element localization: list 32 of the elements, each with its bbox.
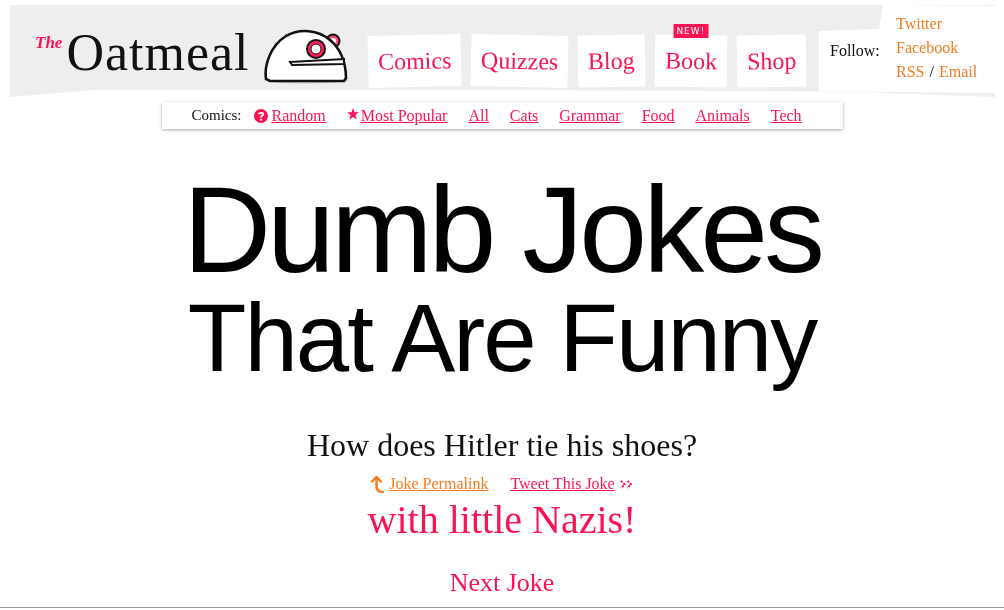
nav-tab[interactable]: Blog [577, 34, 646, 88]
permalink-link[interactable]: Joke Permalink [370, 474, 489, 494]
category-link[interactable]: Most Popular [346, 106, 448, 125]
social-link[interactable]: Facebook [896, 36, 959, 60]
next-joke-link[interactable]: Next Joke [449, 568, 555, 598]
nav-tab[interactable]: Book [654, 34, 728, 88]
nav-tab[interactable]: Shop [736, 34, 807, 88]
category-link[interactable]: All [468, 106, 489, 125]
social-link[interactable]: Twitter [896, 12, 942, 36]
category-link[interactable]: Grammar [559, 106, 621, 125]
logo-wordmark[interactable]: Oatmeal [66, 27, 250, 79]
joke-answer: with little Nazis! [367, 497, 637, 543]
star-icon [346, 107, 359, 120]
logo-prefix: The [35, 33, 63, 53]
follow-label: Follow: [830, 42, 881, 60]
nav-tab[interactable]: Quizzes [470, 34, 569, 88]
subnav-label: Comics: [191, 107, 242, 124]
nav-tab[interactable]: Comics [367, 34, 462, 88]
category-link[interactable]: Random [253, 106, 326, 125]
social-link[interactable]: RSS [896, 60, 925, 84]
category-link[interactable]: Food [641, 106, 675, 125]
category-link[interactable]: Animals [695, 106, 750, 125]
question-icon [253, 108, 268, 123]
category-link[interactable]: Cats [509, 106, 539, 125]
joke-question: How does Hitler tie his shoes? [306, 426, 698, 464]
new-badge: NEW! [673, 24, 709, 38]
tweet-link[interactable]: Tweet This Joke [510, 474, 634, 494]
curved-arrow-icon [370, 475, 385, 493]
double-chevron-icon [619, 479, 634, 489]
link-separator: / [929, 62, 934, 82]
category-link[interactable]: Tech [770, 106, 802, 125]
social-link[interactable]: Email [938, 60, 978, 84]
